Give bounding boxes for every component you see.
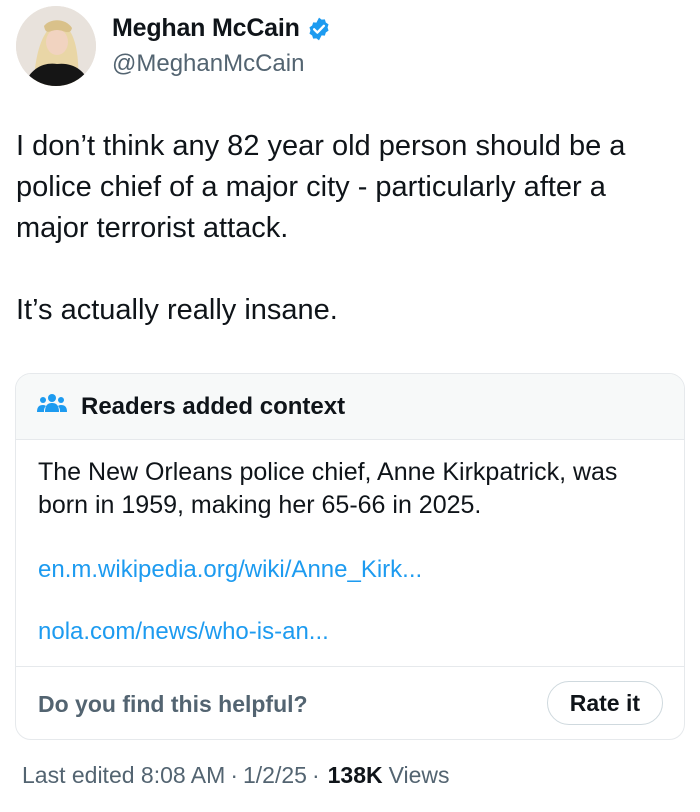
author-handle[interactable]: @MeghanMcCain — [112, 50, 304, 78]
community-note-footer: Do you find this helpful? Rate it — [16, 666, 684, 739]
helpful-prompt: Do you find this helpful? — [38, 691, 308, 717]
rate-it-button[interactable]: Rate it — [546, 681, 663, 725]
source-link-wikipedia[interactable]: en.m.wikipedia.org/wiki/Anne_Kirk... — [38, 556, 422, 584]
community-note-header: Readers added context — [16, 374, 684, 440]
profile-photo — [16, 6, 96, 86]
community-note-body: The New Orleans police chief, Anne Kirkp… — [38, 458, 618, 519]
tweet-text: I don’t think any 82 year old person sho… — [16, 130, 626, 326]
avatar[interactable] — [16, 6, 96, 86]
author-name[interactable]: Meghan McCain — [112, 14, 300, 43]
source-link-nola[interactable]: nola.com/news/who-is-an... — [38, 618, 329, 646]
edited-timestamp[interactable]: Last edited 8:08 AM — [22, 762, 225, 789]
community-note: Readers added context The New Orleans po… — [15, 373, 685, 740]
views-count: 138K — [327, 762, 383, 788]
community-note-title: Readers added context — [81, 392, 346, 420]
meta-separator: · — [230, 762, 238, 788]
people-group-icon — [37, 392, 67, 421]
tweet-header: Meghan McCain @MeghanMcCain — [16, 6, 676, 86]
meta-separator: · — [311, 762, 320, 788]
tweet-date[interactable]: 1/2/25 — [243, 762, 307, 789]
tweet-meta: Last edited 8:08 AM · 1/2/25 · 138K View… — [22, 762, 450, 789]
verified-badge-icon — [306, 16, 332, 42]
author-name-row: Meghan McCain — [112, 14, 332, 43]
views-label: Views — [388, 762, 450, 788]
